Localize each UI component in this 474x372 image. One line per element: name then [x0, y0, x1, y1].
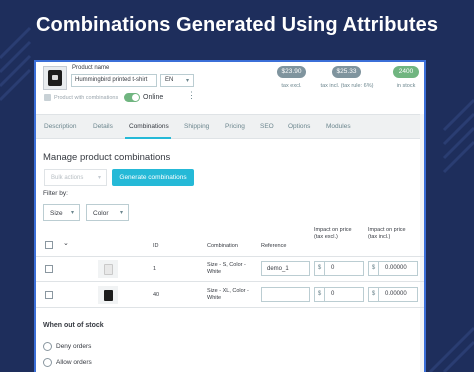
table-divider [36, 256, 424, 257]
price-incl-badge: $25.33 [332, 66, 361, 78]
impact-incl-value: 0.00000 [385, 265, 407, 271]
bulk-actions-label: Bulk actions [51, 175, 84, 181]
reference-input[interactable]: demo_1 [261, 261, 310, 276]
online-toggle[interactable] [124, 93, 140, 102]
column-header-impact-incl: Impact on price (tax incl.) [368, 227, 406, 240]
column-header-reference: Reference [261, 243, 287, 249]
tab-modules[interactable]: Modules [326, 123, 351, 130]
select-all-checkbox[interactable] [45, 241, 53, 249]
row-combination: Size - S, Color - White [207, 262, 246, 275]
language-value: EN [165, 77, 174, 83]
column-header-combination: Combination [207, 243, 238, 249]
impact-excl-input[interactable]: $ 0 [314, 261, 364, 276]
table-divider [36, 281, 424, 282]
reference-input[interactable] [261, 287, 310, 302]
column-header-id: ID [153, 243, 159, 249]
chevron-down-icon: ▾ [70, 210, 74, 216]
filter-color-label: Color [93, 210, 109, 217]
out-of-stock-title: When out of stock [43, 322, 104, 329]
deny-orders-label[interactable]: Deny orders [56, 343, 91, 350]
row-checkbox[interactable] [45, 265, 53, 273]
tshirt-icon [103, 263, 113, 275]
bulk-actions-select[interactable]: Bulk actions ▾ [44, 169, 107, 186]
price-excl-caption: tax excl. [281, 83, 302, 89]
impact-incl-input[interactable]: $ 0.00000 [368, 287, 418, 302]
filter-size-label: Size [50, 210, 63, 217]
allow-orders-label[interactable]: Allow orders [56, 359, 92, 366]
impact-excl-value: 0 [331, 291, 335, 297]
impact-excl-value: 0 [331, 265, 335, 271]
deny-orders-radio[interactable] [43, 342, 52, 351]
chevron-down-icon: ▾ [119, 210, 123, 216]
chevron-down-icon[interactable]: ⌄ [63, 240, 69, 247]
tab-details[interactable]: Details [93, 123, 113, 130]
tshirt-icon [103, 289, 113, 301]
generate-combinations-button[interactable]: Generate combinations [112, 169, 194, 186]
page-title: Combinations Generated Using Attributes [35, 14, 439, 36]
tab-pricing[interactable]: Pricing [225, 123, 245, 130]
table-divider [36, 307, 424, 308]
product-thumbnail [43, 66, 67, 90]
row-combination: Size - XL, Color - White [207, 288, 249, 301]
column-header-impact-excl: Impact on price (tax excl.) [314, 227, 352, 240]
chevron-down-icon: ▾ [185, 78, 189, 84]
product-name-input[interactable]: Hummingbird printed t-shirt [71, 74, 157, 87]
product-editor-panel: Product name Hummingbird printed t-shirt… [34, 60, 426, 372]
section-title: Manage product combinations [43, 152, 171, 163]
row-id: 40 [153, 292, 160, 298]
impact-incl-value: 0.00000 [385, 291, 407, 297]
product-type-caption: Product with combinations [44, 94, 118, 101]
currency-symbol: $ [315, 262, 325, 275]
tab-description[interactable]: Description [44, 123, 77, 130]
tshirt-icon [48, 70, 62, 86]
chevron-down-icon: ▾ [97, 175, 101, 181]
more-options-icon[interactable]: ⋮ [187, 91, 196, 100]
price-excl-badge: $23.90 [277, 66, 306, 78]
product-header: Product name Hummingbird printed t-shirt… [36, 62, 424, 114]
filter-color-select[interactable]: Color ▾ [86, 204, 129, 221]
allow-orders-radio[interactable] [43, 358, 52, 367]
black-tshirt-thumbnail [98, 286, 118, 304]
tab-seo[interactable]: SEO [260, 123, 274, 130]
impact-incl-input[interactable]: $ 0.00000 [368, 261, 418, 276]
currency-symbol: $ [369, 288, 379, 301]
combinations-caption: Product with combinations [54, 94, 119, 101]
filter-label: Filter by: [43, 190, 68, 197]
currency-symbol: $ [369, 262, 379, 275]
stock-caption: in stock [396, 83, 416, 89]
tab-combinations[interactable]: Combinations [129, 123, 169, 130]
price-incl-caption: tax incl. (tax rule: 6%) [320, 83, 374, 89]
tab-options[interactable]: Options [288, 123, 310, 130]
active-tab-indicator [125, 137, 171, 139]
scrollbar-track[interactable] [420, 114, 424, 372]
online-label: Online [143, 94, 164, 101]
language-select[interactable]: EN ▾ [160, 74, 194, 87]
row-id: 1 [153, 266, 157, 272]
product-tabs: Description Details Combinations Shippin… [36, 114, 424, 139]
layers-icon [44, 94, 51, 101]
white-tshirt-thumbnail [98, 260, 118, 278]
filter-size-select[interactable]: Size ▾ [43, 204, 80, 221]
stock-badge: 2400 [393, 66, 419, 78]
tab-shipping[interactable]: Shipping [184, 123, 209, 130]
row-checkbox[interactable] [45, 291, 53, 299]
currency-symbol: $ [315, 288, 325, 301]
impact-excl-input[interactable]: $ 0 [314, 287, 364, 302]
product-name-label: Product name [72, 65, 110, 71]
